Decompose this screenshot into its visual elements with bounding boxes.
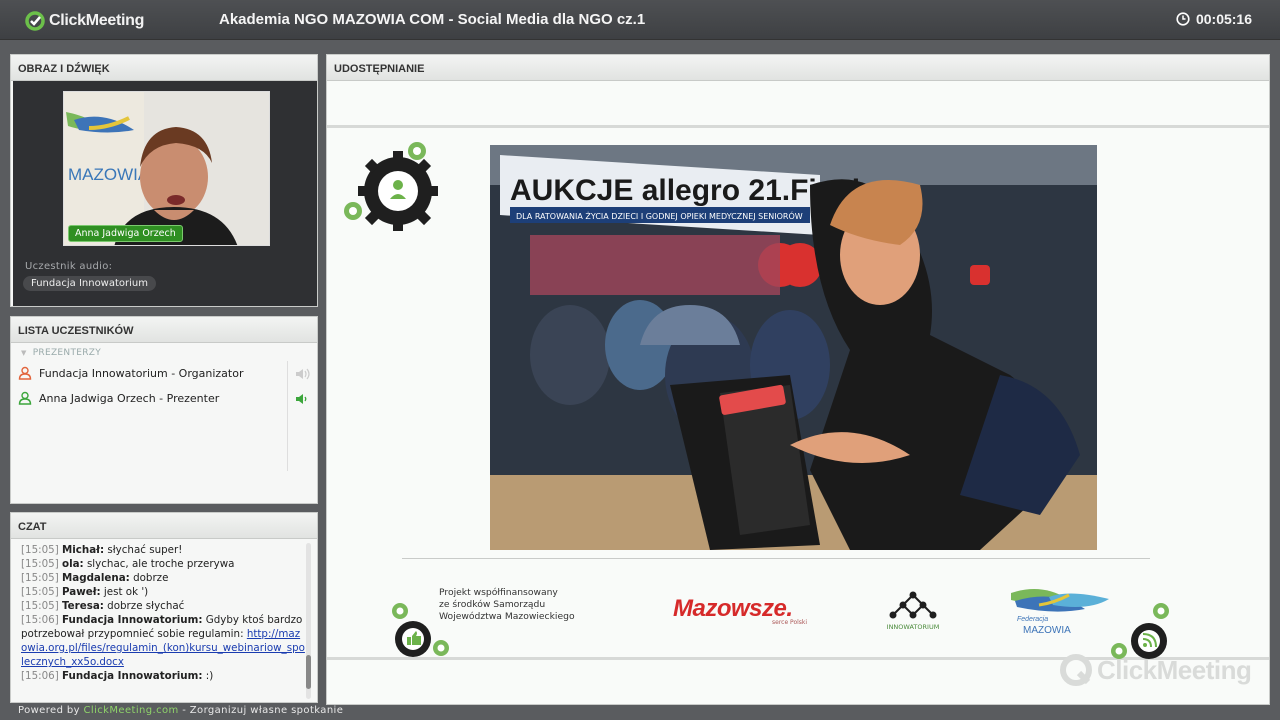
clickmeeting-watermark-icon	[1060, 654, 1092, 686]
meeting-timer: 00:05:16	[1176, 11, 1252, 27]
photo-banner-subtext: DLA RATOWANIA ŻYCIA DZIECI I GODNEJ OPIE…	[516, 210, 803, 221]
speaker-muted-icon[interactable]	[294, 367, 312, 381]
gear-emblem-icon	[344, 142, 438, 231]
participant-name: Fundacja Innowatorium - Organizator	[39, 366, 244, 380]
share-panel: UDOSTĘPNIANIE AUKCJE allegro 21.Finał DL…	[326, 54, 1270, 705]
video-area: MAZOWIA Anna Jadwiga Orzech Uczestnik au…	[13, 81, 317, 306]
participant-row[interactable]: Fundacja Innowatorium - Organizator	[13, 361, 289, 385]
presenter-name-tag: Anna Jadwiga Orzech	[68, 225, 183, 242]
clickmeeting-logo-icon	[25, 11, 45, 31]
innowatorium-logo: INNOWATORIUM	[887, 591, 940, 631]
event-photo-image: AUKCJE allegro 21.Finał DLA RATOWANIA ŻY…	[490, 145, 1097, 550]
user-icon	[18, 366, 32, 380]
video-backdrop-text: MAZOWIA	[68, 165, 150, 184]
svg-text:INNOWATORIUM: INNOWATORIUM	[887, 623, 940, 631]
timer-value: 00:05:16	[1195, 11, 1252, 27]
presenter-video[interactable]: MAZOWIA Anna Jadwiga Orzech	[63, 91, 270, 246]
app-logo-text: ClickMeeting	[49, 12, 145, 29]
shared-slide: AUKCJE allegro 21.Finał DLA RATOWANIA ŻY…	[327, 81, 1269, 704]
chat-panel: CZAT [15:05] Michał: słychać super! [15:…	[10, 512, 318, 703]
chat-message: [15:06] Fundacja Innowatorium: Gdyby kto…	[21, 614, 305, 668]
mazowsze-logo-subtitle: serce Polski	[772, 619, 808, 626]
chat-panel-header: CZAT	[11, 513, 317, 539]
chat-message: [15:05] Michał: słychać super!	[21, 544, 183, 556]
participant-row[interactable]: Anna Jadwiga Orzech - Prezenter	[13, 386, 289, 410]
presenter-video-image: MAZOWIA	[64, 92, 269, 245]
participants-panel: LISTA UCZESTNIKÓW ▼ PREZENTERZY Fundacja…	[10, 316, 318, 504]
collapse-arrow-icon: ▼	[21, 349, 27, 357]
chat-message: [15:06] Fundacja Innowatorium: :)	[21, 670, 214, 682]
rss-gear-icon	[1111, 603, 1169, 659]
audio-participant-label: Uczestnik audio:	[25, 261, 113, 272]
chat-message: [15:05] Teresa: dobrze słychać	[21, 600, 185, 612]
chat-message: [15:05] Magdalena: dobrze	[21, 572, 169, 584]
photo-banner-text: AUKCJE allegro 21.Finał	[510, 174, 861, 207]
user-icon	[18, 391, 32, 405]
slide-photo: AUKCJE allegro 21.Finał DLA RATOWANIA ŻY…	[490, 145, 1097, 550]
footer-brand-link[interactable]: ClickMeeting.com	[84, 705, 179, 716]
speaker-active-icon[interactable]	[294, 392, 312, 406]
video-panel: OBRAZ I DŹWIĘK MAZOWIA Anna Jadwiga Orze…	[10, 54, 318, 307]
participant-name: Anna Jadwiga Orzech - Prezenter	[39, 391, 220, 405]
app-logo: ClickMeeting	[25, 10, 144, 32]
footer-suffix[interactable]: - Zorganizuj własne spotkanie	[179, 705, 344, 716]
project-funding-text: Projekt współfinansowany ze środków Samo…	[439, 587, 575, 622]
clock-icon	[1176, 12, 1190, 26]
chat-messages: [15:05] Michał: słychać super! [15:05] o…	[21, 543, 306, 683]
participants-panel-header: LISTA UCZESTNIKÓW	[11, 317, 317, 343]
audio-participant-badge[interactable]: Fundacja Innowatorium	[23, 276, 156, 291]
chat-scrollbar[interactable]	[306, 543, 311, 699]
video-panel-header: OBRAZ I DŹWIĘK	[11, 55, 317, 81]
presenters-section[interactable]: ▼ PREZENTERZY	[21, 348, 101, 358]
slide-divider	[402, 558, 1150, 559]
slide-top-rule	[327, 125, 1269, 128]
footer-prefix: Powered by	[18, 705, 84, 716]
svg-text:MAZOWIA: MAZOWIA	[1023, 625, 1071, 636]
share-panel-header: UDOSTĘPNIANIE	[327, 55, 1269, 81]
meeting-title: Akademia NGO MAZOWIA COM - Social Media …	[219, 11, 646, 28]
footer: Powered by ClickMeeting.com - Zorganizuj…	[18, 705, 343, 716]
presenters-section-label: PREZENTERZY	[32, 348, 102, 358]
chat-scrollbar-thumb[interactable]	[306, 655, 311, 689]
svg-text:Federacja: Federacja	[1017, 616, 1048, 623]
top-bar: ClickMeeting Akademia NGO MAZOWIA COM - …	[0, 0, 1280, 40]
chat-message: [15:05] ola: slychac, ale troche przeryw…	[21, 558, 235, 570]
chat-message: [15:05] Paweł: jest ok ')	[21, 586, 149, 598]
federacja-mazowia-logo: Federacja MAZOWIA	[1011, 589, 1109, 636]
clickmeeting-watermark: ClickMeeting	[1059, 653, 1252, 687]
